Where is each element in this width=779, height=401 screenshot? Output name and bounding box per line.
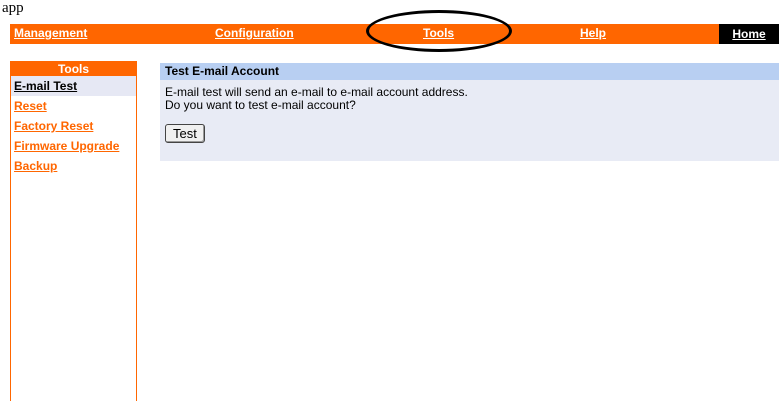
nav-home[interactable]: Home: [719, 24, 779, 44]
sidebar-item-email-test[interactable]: E-mail Test: [11, 76, 136, 96]
nav-management[interactable]: Management: [14, 26, 87, 40]
top-navigation-bar: Management Configuration Tools Help Home: [10, 24, 779, 44]
section-title: Test E-mail Account: [160, 63, 779, 80]
sidebar: Tools E-mail Test Reset Factory Reset Fi…: [10, 61, 137, 401]
page-caption: app: [2, 0, 24, 16]
sidebar-item-backup[interactable]: Backup: [11, 156, 136, 176]
nav-tools[interactable]: Tools: [423, 26, 454, 40]
sidebar-item-reset[interactable]: Reset: [11, 96, 136, 116]
main-panel: Test E-mail Account E-mail test will sen…: [160, 63, 779, 161]
test-button[interactable]: Test: [165, 124, 205, 143]
sidebar-header: Tools: [11, 62, 136, 76]
section-body: E-mail test will send an e-mail to e-mai…: [160, 80, 779, 161]
nav-help[interactable]: Help: [580, 26, 606, 40]
nav-configuration[interactable]: Configuration: [215, 26, 294, 40]
description-line-2: Do you want to test e-mail account?: [165, 98, 356, 112]
sidebar-item-factory-reset[interactable]: Factory Reset: [11, 116, 136, 136]
sidebar-item-firmware-upgrade[interactable]: Firmware Upgrade: [11, 136, 136, 156]
